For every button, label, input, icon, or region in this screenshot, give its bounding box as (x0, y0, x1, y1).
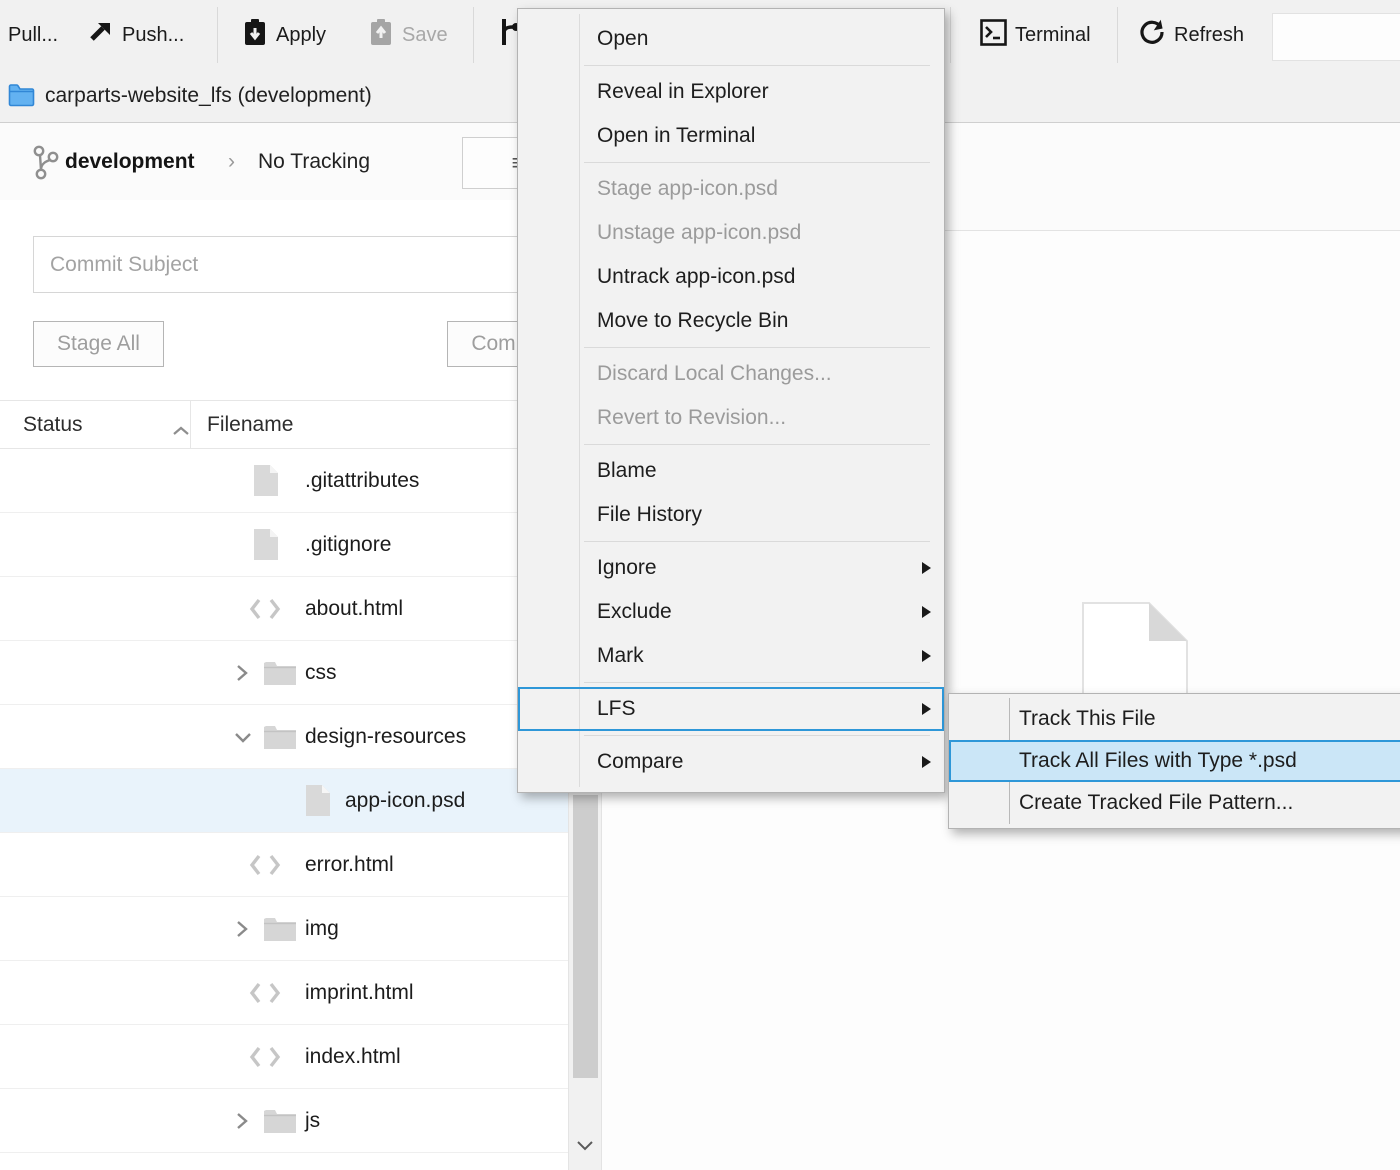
menu-item-exclude[interactable]: Exclude (518, 590, 944, 634)
code-file-icon (248, 853, 282, 882)
push-arrow-icon (88, 19, 114, 51)
menu-item-mark[interactable]: Mark (518, 634, 944, 678)
table-row[interactable]: js (0, 1089, 601, 1153)
document-icon (252, 528, 280, 566)
menu-item-reveal-in-explorer[interactable]: Reveal in Explorer (518, 70, 944, 114)
tracking-status-label[interactable]: No Tracking (258, 123, 370, 200)
folder-icon (263, 915, 297, 948)
table-row[interactable]: .gitattributes (0, 449, 601, 513)
menu-separator (518, 537, 944, 546)
repo-folder-icon (8, 83, 35, 112)
commit-subject-input[interactable] (33, 236, 568, 293)
apply-clipboard-icon (242, 18, 268, 52)
table-row[interactable]: about.html (0, 577, 601, 641)
table-row[interactable]: .gitignore (0, 513, 601, 577)
sort-ascending-icon (172, 419, 190, 443)
scrollbar-thumb[interactable] (573, 795, 598, 1078)
menu-item-compare[interactable]: Compare (518, 740, 944, 784)
menu-separator (518, 440, 944, 449)
toolbar-search-input[interactable] (1272, 13, 1400, 61)
refresh-button-label: Refresh (1174, 24, 1244, 47)
toolbar-separator (950, 7, 951, 63)
document-icon (304, 784, 332, 822)
status-column-header[interactable]: Status (23, 401, 83, 449)
save-button-label: Save (402, 24, 448, 47)
save-clipboard-icon (368, 18, 394, 52)
code-file-icon (248, 1045, 282, 1074)
stage-all-label: Stage All (57, 332, 140, 356)
menu-item-stage-file[interactable]: Stage app-icon.psd (518, 167, 944, 211)
git-branch-icon (32, 145, 60, 186)
file-table-header: Status Filename (0, 400, 601, 449)
code-file-icon (248, 981, 282, 1010)
changed-files-list: Status Filename .gitattributes .gitignor… (0, 400, 601, 1170)
menu-item-file-history[interactable]: File History (518, 493, 944, 537)
table-row[interactable]: css (0, 641, 601, 705)
save-stash-button[interactable]: Save (368, 0, 448, 70)
terminal-icon (980, 19, 1007, 52)
apply-button-label: Apply (276, 24, 326, 47)
filename-column-header[interactable]: Filename (207, 401, 293, 449)
chevron-right-icon[interactable] (233, 919, 251, 944)
menu-item-open[interactable]: Open (518, 17, 944, 61)
toolbar-separator (217, 7, 218, 63)
submenu-item-track-this-file[interactable]: Track This File (949, 698, 1400, 740)
folder-icon (263, 723, 297, 756)
menu-separator (518, 61, 944, 70)
table-row[interactable]: imprint.html (0, 961, 601, 1025)
submenu-arrow-icon (922, 650, 931, 662)
folder-icon (263, 1107, 297, 1140)
refresh-icon (1138, 18, 1166, 52)
column-divider[interactable] (190, 401, 191, 449)
menu-item-ignore[interactable]: Ignore (518, 546, 944, 590)
submenu-arrow-icon (922, 756, 931, 768)
menu-item-blame[interactable]: Blame (518, 449, 944, 493)
terminal-button-label: Terminal (1015, 24, 1091, 47)
terminal-button[interactable]: Terminal (980, 0, 1091, 70)
menu-separator (518, 731, 944, 740)
current-branch-label[interactable]: development (65, 123, 195, 200)
submenu-item-create-tracked-file-pattern[interactable]: Create Tracked File Pattern... (949, 782, 1400, 824)
menu-item-open-in-terminal[interactable]: Open in Terminal (518, 114, 944, 158)
menu-item-discard-local-changes[interactable]: Discard Local Changes... (518, 352, 944, 396)
menu-separator (518, 678, 944, 687)
table-row[interactable]: img (0, 897, 601, 961)
repo-tab-title[interactable]: carparts-website_lfs (development) (45, 70, 372, 122)
table-row[interactable]: error.html (0, 833, 601, 897)
menu-item-revert-to-revision[interactable]: Revert to Revision... (518, 396, 944, 440)
toolbar-separator (1117, 7, 1118, 63)
menu-item-unstage-file[interactable]: Unstage app-icon.psd (518, 211, 944, 255)
stage-all-button[interactable]: Stage All (33, 321, 164, 367)
table-row[interactable]: design-resources (0, 705, 601, 769)
chevron-right-icon[interactable] (233, 663, 251, 688)
submenu-arrow-icon (922, 703, 931, 715)
menu-item-move-to-recycle-bin[interactable]: Move to Recycle Bin (518, 299, 944, 343)
refresh-button[interactable]: Refresh (1138, 0, 1244, 70)
breadcrumb-chevron-icon: › (228, 123, 235, 200)
chevron-right-icon[interactable] (233, 1111, 251, 1136)
menu-item-untrack-file[interactable]: Untrack app-icon.psd (518, 255, 944, 299)
submenu-item-track-all-files-with-type[interactable]: Track All Files with Type *.psd (949, 740, 1400, 782)
code-file-icon (248, 597, 282, 626)
file-context-menu: Open Reveal in Explorer Open in Terminal… (517, 8, 945, 793)
push-button[interactable]: Push... (88, 0, 184, 70)
table-row-selected[interactable]: app-icon.psd (0, 769, 601, 833)
table-row[interactable]: index.html (0, 1025, 601, 1089)
pull-button-label: Pull... (8, 24, 58, 47)
document-icon (252, 464, 280, 502)
folder-icon (263, 659, 297, 692)
push-button-label: Push... (122, 24, 184, 47)
lfs-submenu: Track This File Track All Files with Typ… (948, 693, 1400, 829)
toolbar-separator (473, 7, 474, 63)
menu-separator (518, 343, 944, 352)
menu-separator (518, 158, 944, 167)
menu-item-lfs[interactable]: LFS (518, 687, 944, 731)
file-rows: .gitattributes .gitignore about.html css (0, 449, 601, 1153)
submenu-arrow-icon (922, 606, 931, 618)
chevron-down-icon[interactable] (233, 727, 253, 752)
submenu-arrow-icon (922, 562, 931, 574)
apply-stash-button[interactable]: Apply (242, 0, 326, 70)
scrollbar-down-arrow[interactable] (575, 1139, 595, 1158)
pull-button[interactable]: Pull... (8, 0, 58, 70)
